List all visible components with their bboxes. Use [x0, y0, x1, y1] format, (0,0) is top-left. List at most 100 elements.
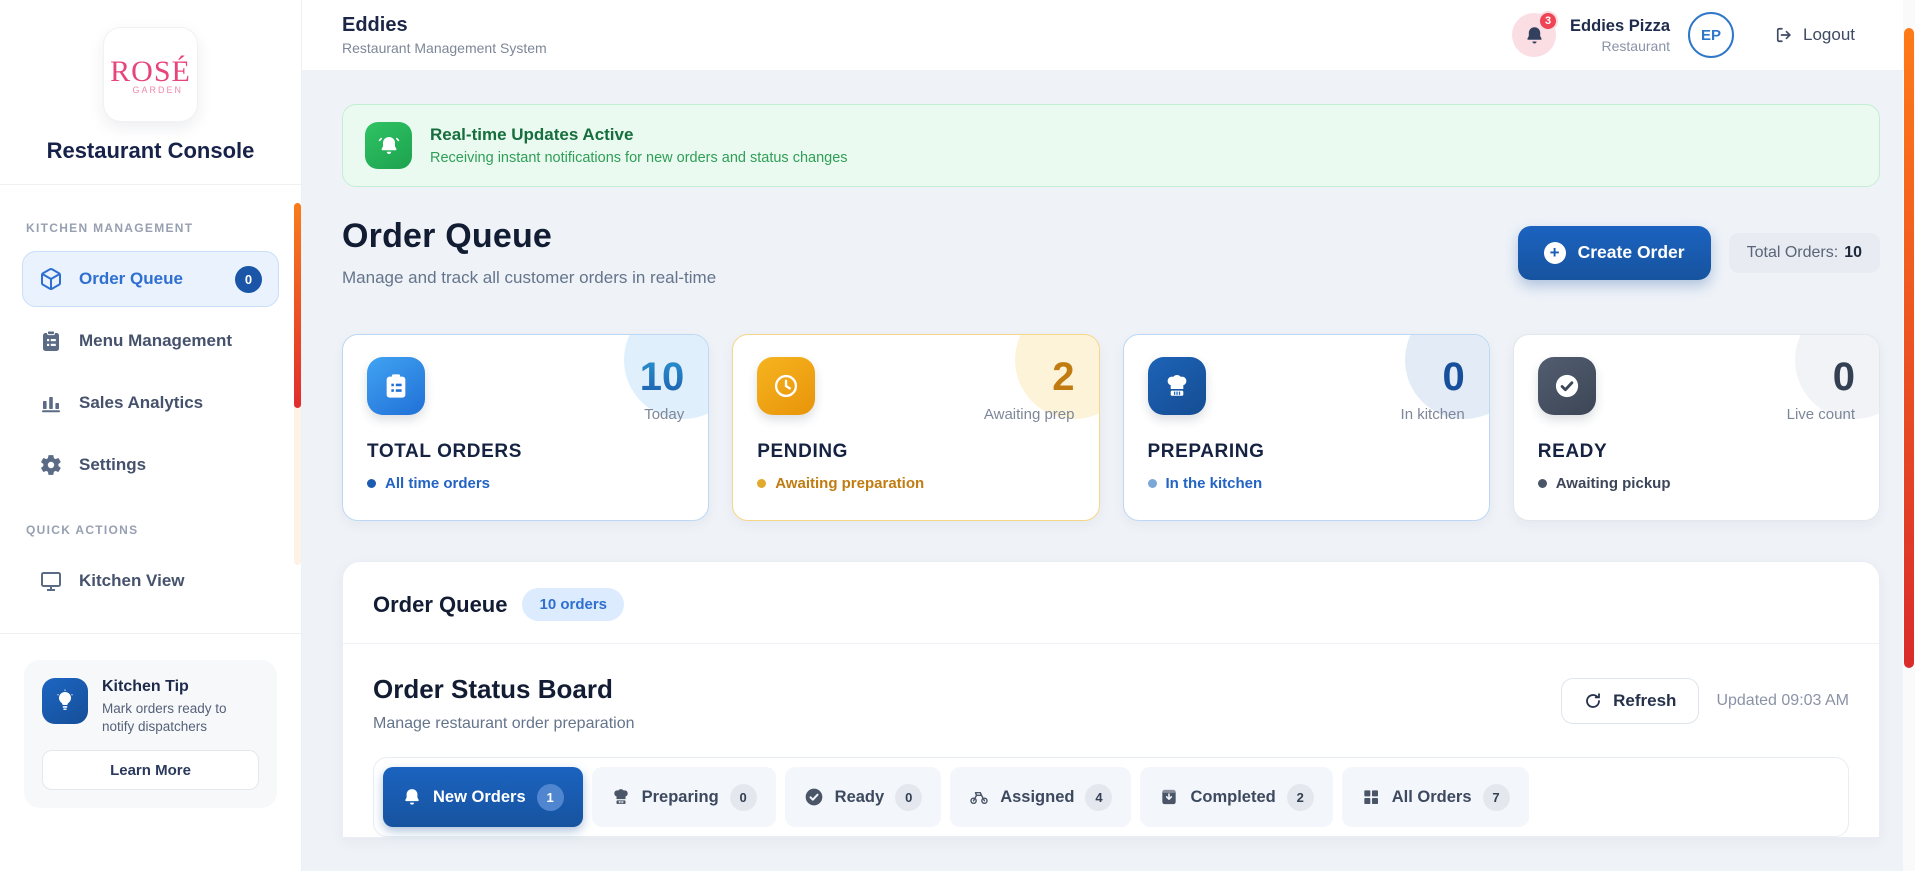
stat-status: In the kitchen [1147, 475, 1465, 492]
status-dot [367, 479, 376, 488]
page-subtitle: Manage and track all customer orders in … [342, 268, 717, 287]
stat-caption: Live count [1786, 406, 1855, 423]
bar-chart-icon [39, 391, 63, 415]
app-root: ROSÉ GARDEN Restaurant Console KITCHEN M… [0, 0, 1915, 871]
page-title: Order Queue [342, 217, 553, 255]
create-order-button[interactable]: + Create Order [1517, 225, 1711, 280]
chef-hat-icon [1147, 357, 1206, 415]
header-title-block: Eddies Restaurant Management System [342, 14, 547, 56]
check-circle-icon [1537, 357, 1596, 415]
account-info: Eddies Pizza Restaurant [1570, 17, 1670, 54]
sidebar-divider [0, 633, 301, 634]
tab-count-badge: 0 [729, 783, 757, 811]
logout-icon [1774, 25, 1794, 45]
last-updated-text: Updated 09:03 AM [1716, 692, 1849, 709]
order-queue-panel: Order Queue 10 orders Order Status Board… [342, 561, 1880, 838]
realtime-banner: Real-time Updates Active Receiving insta… [342, 104, 1880, 187]
sidebar-header: ROSÉ GARDEN Restaurant Console [0, 0, 301, 185]
tab-completed[interactable]: Completed 2 [1140, 767, 1333, 827]
refresh-button[interactable]: Refresh [1561, 678, 1700, 724]
tab-ready[interactable]: Ready 0 [784, 767, 942, 827]
page-title-block: Order Queue Manage and track all custome… [342, 217, 716, 288]
stat-status: All time orders [367, 475, 684, 492]
status-tabs: New Orders 1 Preparing 0 Ready 0 Assigne… [373, 757, 1849, 837]
refresh-icon [1584, 692, 1602, 710]
orders-count-badge: 10 orders [522, 588, 625, 621]
stat-caption: In kitchen [1400, 406, 1465, 423]
app-title: Eddies [342, 14, 408, 36]
tip-description: Mark orders ready to notify dispatchers [102, 701, 227, 735]
nav-section-label-quick-actions: QUICK ACTIONS [26, 523, 139, 537]
stat-caption: Awaiting prep [983, 406, 1075, 423]
stat-value: 10 [639, 355, 685, 399]
sidebar-item-label: Kitchen View [79, 571, 185, 590]
banner-text-block: Real-time Updates Active Receiving insta… [430, 125, 848, 166]
logout-button[interactable]: Logout [1774, 25, 1855, 45]
console-title: Restaurant Console [46, 138, 255, 163]
tab-new-orders[interactable]: New Orders 1 [383, 767, 583, 827]
tab-assigned[interactable]: Assigned 4 [950, 767, 1132, 827]
tab-count-badge: 2 [1286, 783, 1314, 811]
account-type: Restaurant [1601, 37, 1670, 54]
sidebar-item-kitchen-view[interactable]: Kitchen View [22, 553, 279, 609]
board-subtitle: Manage restaurant order preparation [373, 715, 635, 732]
app-subtitle: Restaurant Management System [342, 40, 547, 56]
plus-icon: + [1543, 241, 1566, 264]
avatar[interactable]: EP [1688, 12, 1734, 58]
sidebar-item-sales-analytics[interactable]: Sales Analytics [22, 375, 279, 431]
stat-status: Awaiting preparation [757, 475, 1074, 492]
order-queue-count-badge: 0 [235, 265, 262, 293]
status-dot [1147, 479, 1157, 488]
tab-label: Preparing [641, 787, 719, 806]
check-circle-icon [804, 787, 824, 807]
sidebar-item-label: Order Queue [79, 269, 183, 288]
notifications-button[interactable]: 3 [1512, 11, 1559, 57]
tab-count-badge: 4 [1085, 783, 1113, 811]
learn-more-button[interactable]: Learn More [42, 750, 259, 791]
main-area: Eddies Restaurant Management System 3 Ed… [302, 0, 1915, 871]
page-scrollbar-thumb[interactable] [1904, 28, 1914, 668]
sidebar-scrollbar-thumb[interactable] [294, 203, 301, 408]
package-icon [39, 267, 63, 291]
tab-count-badge: 1 [536, 783, 564, 811]
total-orders-pill: Total Orders: 10 [1728, 232, 1880, 273]
sidebar-item-settings[interactable]: Settings [22, 437, 279, 493]
grid-icon [1361, 787, 1381, 807]
logo-subtext: GARDEN [132, 84, 183, 95]
tab-preparing[interactable]: Preparing 0 [591, 767, 776, 827]
page-content: Real-time Updates Active Receiving insta… [302, 71, 1915, 871]
stat-card-total-orders: 10 Today TOTAL ORDERS All time orders [342, 334, 710, 521]
queue-panel-header: Order Queue 10 orders [343, 562, 1879, 644]
banner-subtitle: Receiving instant notifications for new … [430, 150, 848, 166]
monitor-icon [39, 569, 63, 593]
gear-icon [39, 453, 63, 477]
board-title-block: Order Status Board Manage restaurant ord… [373, 674, 635, 733]
logo-text: ROSÉ [110, 54, 191, 88]
sidebar-item-menu-management[interactable]: Menu Management [22, 313, 279, 369]
tab-all-orders[interactable]: All Orders 7 [1341, 767, 1529, 827]
sidebar-item-order-queue[interactable]: Order Queue 0 [22, 251, 279, 307]
stat-name: PREPARING [1147, 441, 1265, 462]
restaurant-logo: ROSÉ GARDEN [103, 27, 198, 122]
tab-count-badge: 0 [895, 783, 923, 811]
total-orders-value: 10 [1844, 243, 1862, 261]
clipboard-icon [39, 329, 63, 353]
stat-name: TOTAL ORDERS [367, 441, 522, 462]
stat-card-ready: 0 Live count READY Awaiting pickup [1512, 334, 1880, 521]
page-scrollbar-track[interactable] [1903, 0, 1915, 871]
clipboard-icon [367, 357, 425, 415]
refresh-label: Refresh [1613, 691, 1677, 710]
total-orders-label: Total Orders: [1746, 243, 1839, 261]
stat-status-label: Awaiting pickup [1555, 475, 1671, 492]
logout-label: Logout [1803, 25, 1855, 44]
sidebar-scrollbar-track[interactable] [294, 203, 301, 565]
sidebar-item-label: Menu Management [79, 331, 233, 350]
top-header: Eddies Restaurant Management System 3 Ed… [302, 0, 1915, 71]
stat-card-preparing: 0 In kitchen PREPARING In the kitchen [1122, 334, 1490, 521]
stat-value: 0 [1442, 355, 1465, 399]
clock-icon [757, 357, 816, 415]
stats-row: 10 Today TOTAL ORDERS All time orders 2 … [342, 334, 1880, 521]
board-title: Order Status Board [373, 674, 613, 704]
stat-value: 2 [1052, 355, 1075, 399]
sidebar-item-label: Sales Analytics [79, 393, 204, 412]
